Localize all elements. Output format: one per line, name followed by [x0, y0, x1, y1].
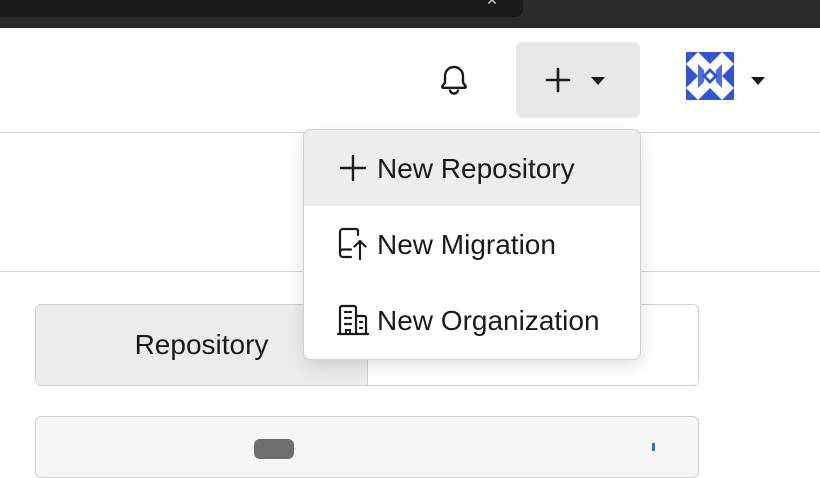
create-dropdown-menu: New Repository New Migration New Organiz… — [303, 129, 641, 360]
organization-icon — [336, 304, 370, 336]
menu-item-label: New Organization — [377, 305, 600, 336]
bell-icon — [441, 65, 467, 95]
browser-tab[interactable]: ✕ — [0, 0, 523, 17]
menu-item-new-organization[interactable]: New Organization — [304, 282, 640, 358]
plus-icon — [545, 67, 571, 93]
content-card — [35, 416, 699, 478]
menu-item-new-repository[interactable]: New Repository — [304, 130, 640, 206]
status-chip — [254, 439, 294, 459]
app-header — [0, 28, 820, 133]
user-avatar[interactable] — [686, 52, 734, 100]
plus-icon — [339, 154, 367, 182]
identicon-avatar-icon — [686, 52, 734, 100]
menu-item-new-migration[interactable]: New Migration — [304, 206, 640, 282]
avatar-chevron-down-icon[interactable] — [750, 76, 766, 86]
repo-push-icon — [338, 227, 367, 261]
create-new-button[interactable] — [516, 42, 640, 118]
tab-close-icon[interactable]: ✕ — [480, 0, 504, 7]
menu-item-label: New Migration — [377, 229, 556, 260]
menu-item-label: New Repository — [377, 153, 575, 184]
notifications-button[interactable] — [436, 62, 472, 98]
link-fragment[interactable] — [652, 443, 655, 451]
browser-titlebar: ✕ — [0, 0, 820, 28]
chevron-down-icon — [591, 77, 605, 85]
